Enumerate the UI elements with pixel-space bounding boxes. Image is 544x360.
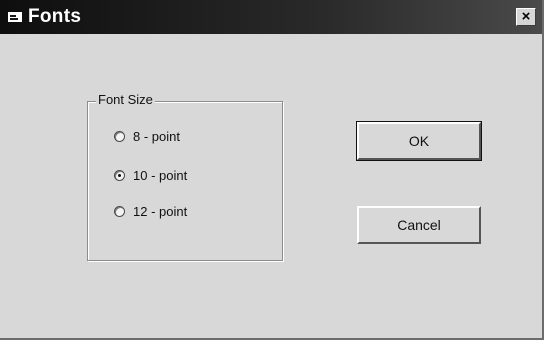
radio-label: 10 - point	[133, 168, 188, 183]
radio-label: 12 - point	[133, 204, 188, 219]
window-title: Fonts	[28, 6, 82, 27]
cancel-button[interactable]: Cancel	[357, 206, 481, 244]
radio-indicator[interactable]	[114, 170, 125, 181]
radio-indicator[interactable]	[114, 131, 125, 142]
close-button[interactable]: ×	[516, 8, 536, 26]
radio-label: 8 - point	[133, 129, 180, 144]
title-bar[interactable]: Fonts ×	[0, 0, 542, 34]
ok-button[interactable]: OK	[356, 121, 482, 161]
radio-12-point[interactable]: 12 - point	[114, 204, 187, 219]
radio-10-point[interactable]: 10 - point	[114, 168, 187, 183]
close-icon: ×	[521, 8, 531, 25]
font-size-group-label: Font Size	[96, 92, 155, 107]
fonts-dialog: Fonts × Font Size 8 - point 10 - point 1…	[0, 0, 544, 340]
radio-indicator[interactable]	[114, 206, 125, 217]
radio-8-point[interactable]: 8 - point	[114, 129, 180, 144]
window-app-icon	[8, 12, 22, 22]
